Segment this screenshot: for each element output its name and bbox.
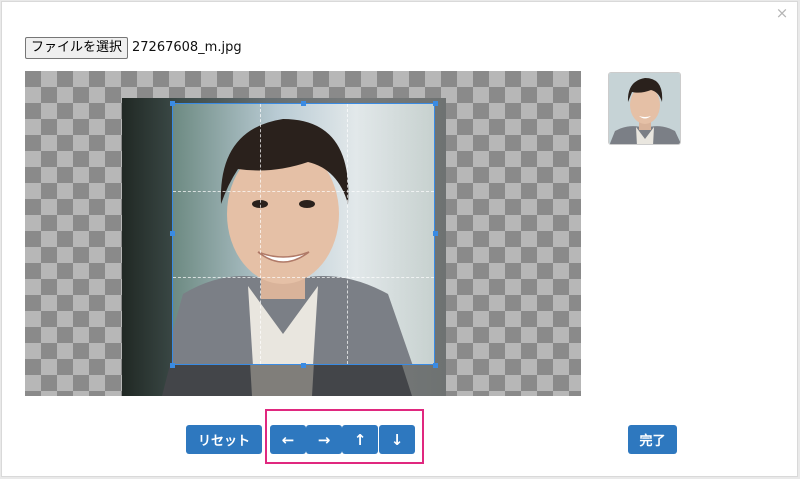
reset-button[interactable]: リセット bbox=[186, 425, 262, 454]
crop-box[interactable] bbox=[172, 103, 435, 365]
done-button[interactable]: 完了 bbox=[628, 425, 677, 454]
arrow-down-icon[interactable]: ↓ bbox=[379, 425, 415, 454]
crop-preview-area bbox=[173, 104, 434, 364]
arrow-right-icon[interactable]: → bbox=[306, 425, 342, 454]
crop-handle-bottom-right[interactable] bbox=[433, 363, 438, 368]
crop-handle-top-left[interactable] bbox=[170, 101, 175, 106]
crop-handle-top-right[interactable] bbox=[433, 101, 438, 106]
crop-grid-line bbox=[173, 277, 434, 279]
crop-grid-line bbox=[346, 104, 348, 364]
crop-handle-bottom[interactable] bbox=[301, 363, 306, 368]
crop-handle-top[interactable] bbox=[301, 101, 306, 106]
close-icon[interactable]: × bbox=[773, 4, 791, 22]
crop-grid-line bbox=[259, 104, 261, 364]
file-input-row: ファイルを選択 27267608_m.jpg bbox=[25, 36, 242, 59]
cropped-portrait-image bbox=[173, 119, 413, 364]
thumbnail-image bbox=[609, 73, 680, 144]
crop-stage[interactable] bbox=[25, 71, 581, 396]
file-name: 27267608_m.jpg bbox=[132, 40, 242, 55]
crop-grid-line bbox=[173, 190, 434, 192]
crop-handle-right[interactable] bbox=[433, 231, 438, 236]
arrow-left-icon[interactable]: ← bbox=[270, 425, 306, 454]
choose-file-button[interactable]: ファイルを選択 bbox=[25, 36, 129, 59]
crop-dialog: × ファイルを選択 27267608_m.jpg リセット ← → ↑ ↓ 完了 bbox=[1, 1, 798, 477]
crop-handle-left[interactable] bbox=[170, 231, 175, 236]
arrow-up-icon[interactable]: ↑ bbox=[342, 425, 378, 454]
crop-handle-bottom-left[interactable] bbox=[170, 363, 175, 368]
crop-preview-thumbnail bbox=[608, 72, 681, 145]
